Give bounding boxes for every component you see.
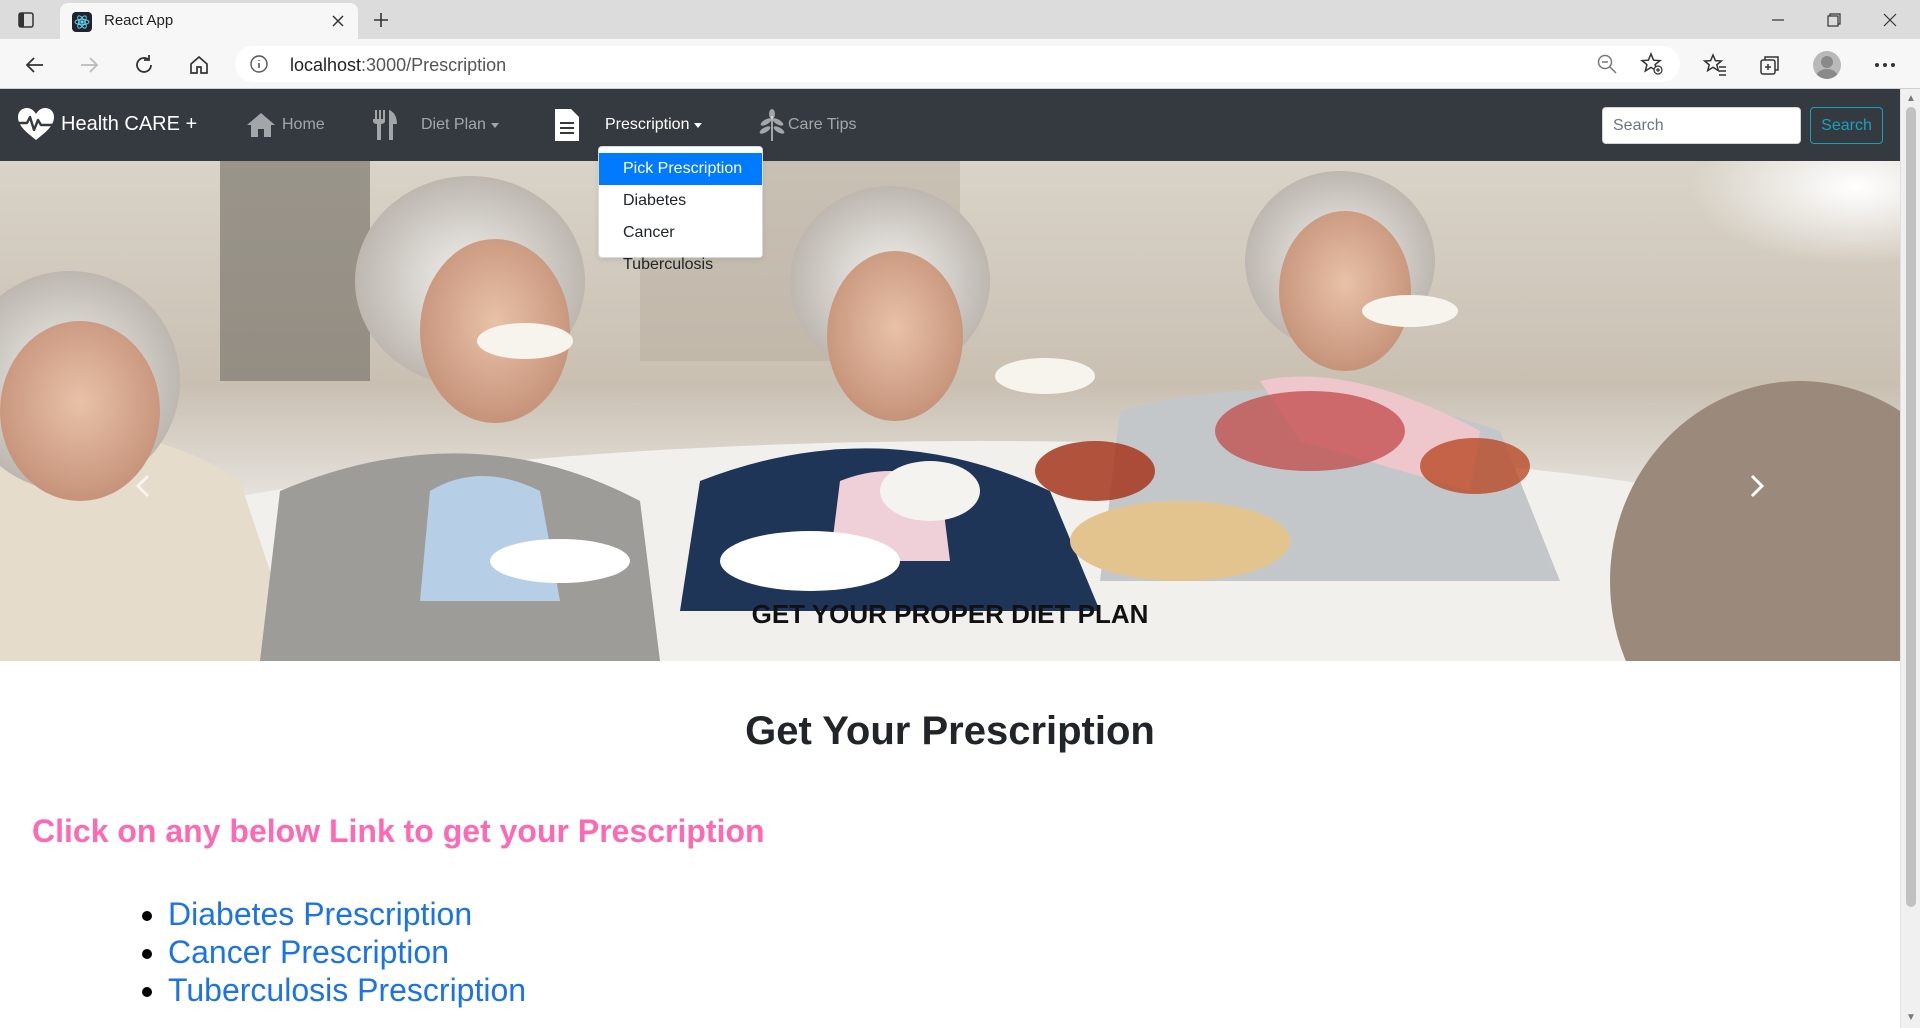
dropdown-item-pick-prescription[interactable]: Pick Prescription [599, 153, 762, 185]
forward-icon[interactable] [74, 50, 104, 80]
nav-home[interactable]: Home [246, 103, 325, 147]
info-icon[interactable] [249, 54, 269, 74]
tab-actions-icon[interactable] [14, 8, 38, 32]
list-item: Diabetes Prescription [168, 895, 526, 933]
nav-prescription-label: Prescription [605, 116, 690, 133]
home-icon [247, 113, 275, 137]
dropdown-item-diabetes[interactable]: Diabetes [599, 185, 762, 217]
search-button[interactable]: Search [1810, 107, 1883, 144]
hero-carousel [0, 161, 1900, 661]
heartbeat-icon [16, 108, 56, 140]
prescription-dropdown-menu: Pick Prescription Diabetes Cancer Tuberc… [598, 146, 763, 273]
scroll-down-icon[interactable]: ▼ [1905, 1012, 1917, 1024]
page-viewport: Health CARE + Home Diet Plan Prescriptio… [0, 89, 1920, 1028]
instruction-text: Click on any below Link to get your Pres… [32, 813, 765, 849]
nav-care-tips[interactable]: Care Tips [758, 103, 856, 147]
prescription-link-list: Diabetes Prescription Cancer Prescriptio… [168, 895, 526, 1009]
browser-address-bar: localhost:3000/Prescription [0, 39, 1920, 89]
page-title: Get Your Prescription [745, 709, 1155, 753]
add-favorite-icon[interactable] [1640, 52, 1664, 76]
browser-tab[interactable]: React App [60, 3, 358, 39]
tuberculosis-prescription-link[interactable]: Tuberculosis Prescription [168, 972, 526, 1008]
minimize-icon[interactable] [1750, 0, 1806, 39]
nav-prescription[interactable]: Prescription [553, 103, 703, 147]
chevron-down-icon [490, 122, 499, 128]
diabetes-prescription-link[interactable]: Diabetes Prescription [168, 896, 472, 932]
collections-icon[interactable] [1755, 50, 1785, 80]
search-input[interactable] [1602, 107, 1801, 144]
document-icon [555, 109, 579, 141]
page-scrollbar[interactable]: ▲ ▼ [1900, 89, 1920, 1028]
close-tab-icon[interactable] [326, 9, 350, 33]
scroll-up-icon[interactable]: ▲ [1905, 93, 1917, 105]
cancer-prescription-link[interactable]: Cancer Prescription [168, 934, 449, 970]
nav-diet-plan[interactable]: Diet Plan [371, 103, 499, 147]
more-menu-icon[interactable] [1870, 50, 1900, 80]
close-window-icon[interactable] [1862, 0, 1918, 39]
url-field[interactable]: localhost:3000/Prescription [235, 46, 1680, 82]
react-logo-icon [72, 12, 92, 32]
profile-avatar[interactable] [1812, 50, 1842, 80]
dropdown-item-tuberculosis[interactable]: Tuberculosis [599, 249, 762, 281]
url-text: localhost:3000/Prescription [290, 55, 507, 75]
dropdown-item-cancer[interactable]: Cancer [599, 217, 762, 249]
browser-tab-bar: React App [0, 0, 1920, 39]
leaf-icon [759, 109, 785, 141]
tab-title: React App [104, 12, 174, 29]
refresh-icon[interactable] [129, 50, 159, 80]
scroll-thumb[interactable] [1906, 107, 1916, 907]
restore-icon[interactable] [1806, 0, 1862, 39]
new-tab-button[interactable] [368, 7, 394, 33]
avatar [1813, 51, 1841, 79]
carousel-prev-icon[interactable] [128, 471, 158, 501]
back-icon[interactable] [20, 50, 50, 80]
zoom-out-icon[interactable] [1596, 53, 1618, 75]
cutlery-icon [373, 110, 397, 140]
nav-home-label: Home [282, 116, 325, 133]
navbar: Health CARE + Home Diet Plan Prescriptio… [0, 89, 1900, 161]
list-item: Cancer Prescription [168, 933, 526, 971]
home-browser-icon[interactable] [184, 50, 214, 80]
list-item: Tuberculosis Prescription [168, 971, 526, 1009]
carousel-caption: GET YOUR PROPER DIET PLAN [751, 599, 1149, 629]
nav-care-tips-label: Care Tips [788, 116, 857, 133]
chevron-down-icon [694, 122, 703, 128]
carousel-image [0, 161, 1900, 661]
carousel-next-icon[interactable] [1742, 471, 1772, 501]
favorites-icon[interactable] [1700, 50, 1730, 80]
brand[interactable]: Health CARE + [15, 106, 197, 142]
nav-diet-plan-label: Diet Plan [421, 116, 486, 133]
brand-text: Health CARE + [61, 112, 198, 135]
